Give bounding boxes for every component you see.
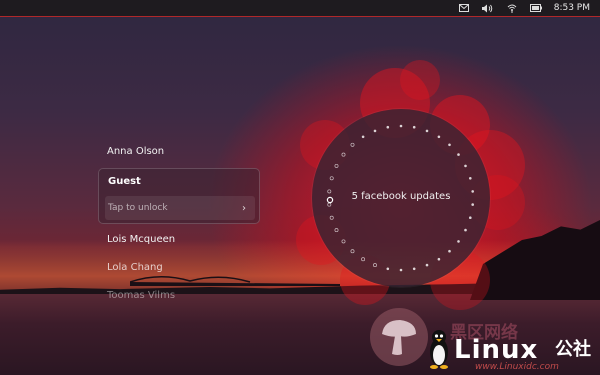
watermark-brand: Linux (454, 335, 539, 365)
unlock-placeholder: Tap to unlock (108, 203, 168, 213)
infographic-dot (399, 124, 403, 128)
volume-icon[interactable] (482, 3, 494, 13)
user-item-anna-olson[interactable]: Anna Olson (98, 140, 260, 168)
infographic-dot (327, 202, 332, 207)
network-icon[interactable] (506, 3, 518, 13)
watermark-url: www.Linuxidc.com (475, 362, 559, 372)
infographic-dot (412, 125, 416, 129)
watermark-logo (370, 308, 428, 366)
infographic-dot (386, 267, 390, 271)
infographic-dot (373, 129, 377, 133)
infographic-dot (448, 143, 451, 147)
selected-user-name: Guest (108, 176, 141, 187)
infographic-dot (469, 177, 472, 180)
infographic-dot (469, 216, 472, 219)
infographic-dot (457, 153, 460, 156)
unlock-field[interactable]: Tap to unlock › (105, 196, 255, 220)
infographic-dot (386, 125, 390, 129)
infographic-dot (437, 135, 441, 139)
infographic-dot (425, 263, 429, 267)
infographic-dot (341, 152, 346, 157)
top-panel: 8:53 PM (0, 0, 600, 17)
infographic-dot (437, 257, 441, 261)
infographic-dot (471, 203, 474, 206)
infographic-dot (329, 176, 334, 181)
infographic-dot (334, 228, 339, 233)
infographic-dot (350, 249, 355, 254)
infographic-dot (334, 163, 339, 168)
user-item-toomas-vilms[interactable]: Toomas Vilms (98, 284, 260, 312)
infographic-dot (464, 164, 467, 168)
infographic-dot (361, 257, 366, 262)
infographic-blob (400, 60, 440, 100)
battery-icon[interactable] (529, 3, 542, 13)
clock[interactable]: 8:53 PM (554, 3, 590, 13)
watermark-brand-suffix: 公社 (555, 339, 591, 360)
infographic-dot (448, 249, 451, 253)
user-item-lois-mcqueen[interactable]: Lois Mcqueen (98, 228, 260, 256)
infographic-dot (425, 129, 429, 133)
tux-penguin-icon (430, 330, 448, 369)
infographic-dot (373, 263, 377, 268)
infographic-dot (457, 240, 460, 243)
mail-icon[interactable] (458, 3, 470, 13)
user-list: Anna Olson Guest Tap to unlock › Lois Mc… (98, 140, 260, 312)
infographic-dot (412, 267, 416, 271)
infographic-dot (399, 268, 403, 272)
infographic-dot (341, 239, 346, 244)
infographic-message: 5 facebook updates (351, 191, 451, 202)
chevron-right-icon[interactable]: › (242, 203, 246, 214)
selected-user-card: Guest Tap to unlock › (98, 168, 260, 224)
infographic-dot (350, 142, 355, 147)
infographic-dot (361, 135, 365, 139)
infographic-dot (329, 215, 334, 220)
infographic-dot (464, 228, 467, 232)
user-item-lola-chang[interactable]: Lola Chang (98, 256, 260, 284)
